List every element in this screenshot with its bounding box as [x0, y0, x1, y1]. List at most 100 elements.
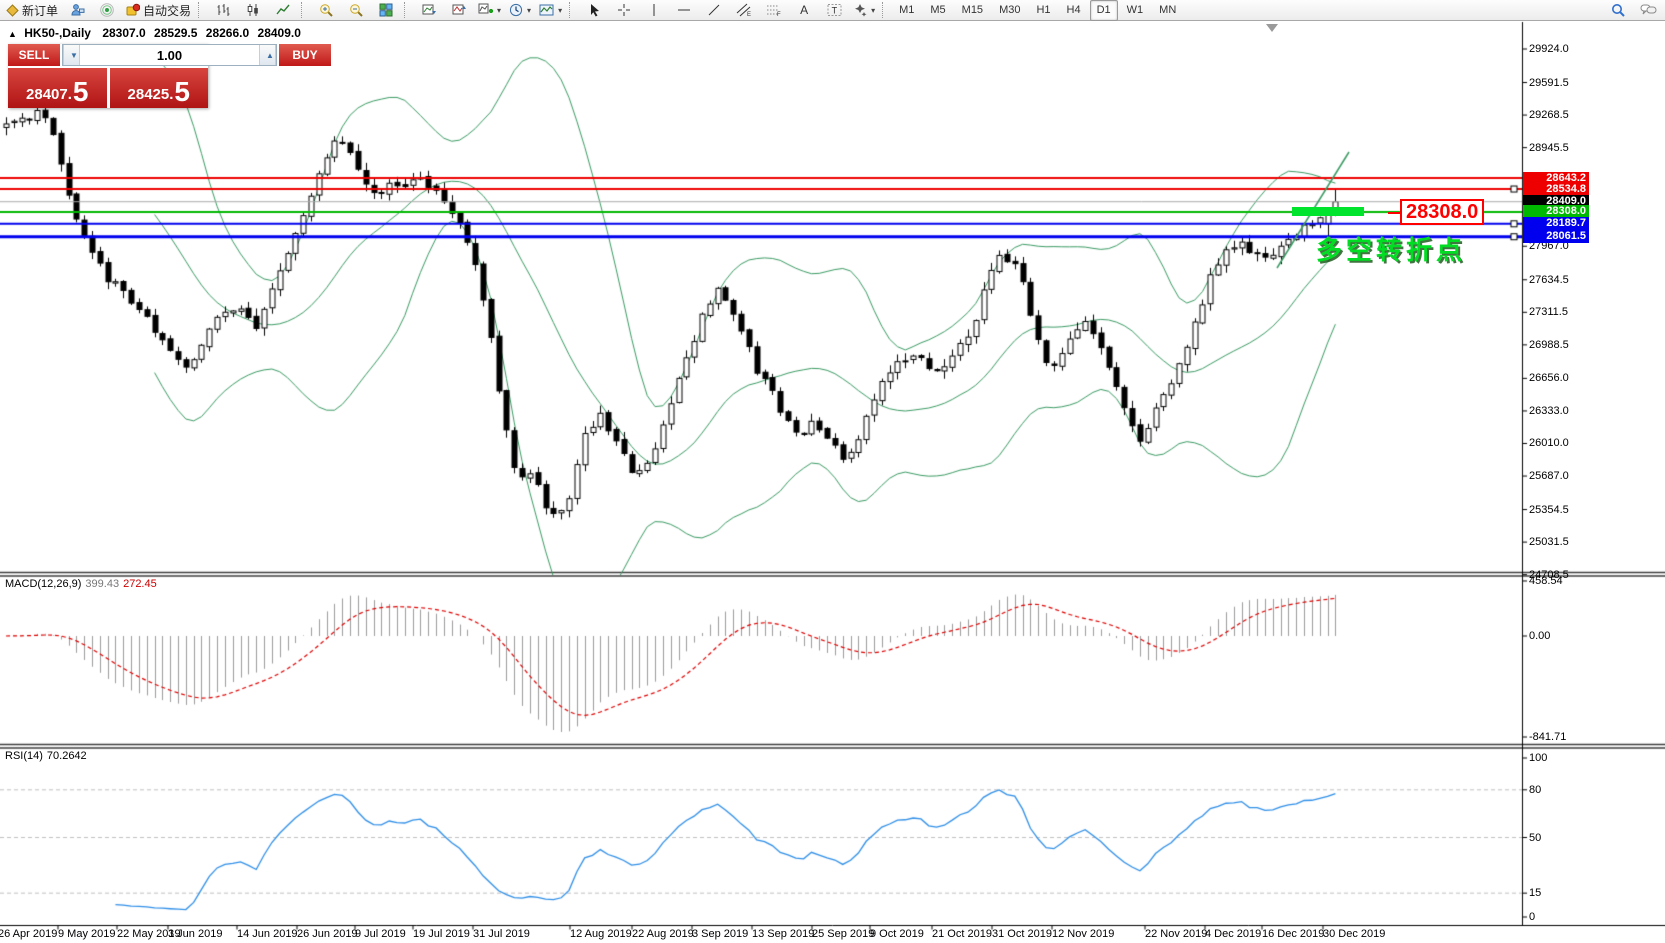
bid-price-pip: 5	[73, 79, 89, 105]
template-button[interactable]: ▾	[535, 0, 566, 21]
volume-down-button[interactable]: ▼	[63, 45, 80, 65]
date-tick: 22 Nov 2019	[1145, 928, 1207, 940]
timeframe-M30[interactable]: M30	[992, 0, 1027, 21]
date-tick: 26 Apr 2019	[0, 928, 57, 940]
collapse-icon[interactable]: ▲	[8, 29, 17, 39]
macd-tick: 0.00	[1529, 630, 1550, 642]
trendline-tool-button[interactable]	[699, 0, 729, 21]
date-tick: 16 Dec 2019	[1262, 928, 1324, 940]
new-order-button[interactable]: 新订单	[2, 0, 62, 21]
chat-icon	[1640, 3, 1657, 17]
crosshair-tool-button[interactable]	[609, 0, 639, 21]
rsi-label: RSI(14)70.2642	[5, 750, 87, 762]
ask-price-main: 28425.	[128, 85, 174, 105]
new-order-label: 新订单	[22, 2, 58, 19]
volume-up-button[interactable]: ▲	[259, 45, 276, 65]
timeframe-H4[interactable]: H4	[1060, 0, 1088, 21]
date-tick: 31 Oct 2019	[992, 928, 1052, 940]
price-axis[interactable]: 29924.029591.529268.528945.527967.027634…	[1522, 0, 1665, 943]
buy-button[interactable]: BUY	[279, 44, 331, 66]
date-tick: 25 Sep 2019	[812, 928, 874, 940]
timeframe-MN[interactable]: MN	[1152, 0, 1183, 21]
template-icon	[539, 3, 554, 17]
highlight-rectangle[interactable]	[1292, 207, 1364, 216]
price-callout-label[interactable]: 28308.0	[1400, 199, 1484, 225]
trendline-icon	[707, 3, 721, 17]
text-tool-button[interactable]: A	[789, 0, 819, 21]
cursor-tool-button[interactable]	[579, 0, 609, 21]
date-tick: 31 Jul 2019	[473, 928, 530, 940]
macd-tick: -841.71	[1529, 731, 1566, 743]
price-tick: 28945.5	[1529, 142, 1569, 154]
macd-tick: 458.54	[1529, 575, 1563, 587]
ask-price[interactable]: 28425. 5	[110, 68, 209, 108]
bar-chart-mode-button[interactable]	[208, 0, 238, 21]
fibonacci-tool-button[interactable]: F	[759, 0, 789, 21]
timeframe-H1[interactable]: H1	[1029, 0, 1057, 21]
equidistant-channel-tool-button[interactable]: E	[729, 0, 759, 21]
autotrading-label: 自动交易	[143, 2, 191, 19]
timeframe-D1[interactable]: D1	[1090, 0, 1118, 21]
ohlc-high: 28529.5	[154, 26, 197, 40]
metaeditor-button[interactable]	[62, 0, 92, 21]
timeframe-M1[interactable]: M1	[892, 0, 921, 21]
signals-button[interactable]	[92, 0, 122, 21]
ohlc-low: 28266.0	[206, 26, 249, 40]
ask-price-pip: 5	[174, 79, 190, 105]
svg-text:E: E	[747, 12, 751, 17]
candlestick-mode-button[interactable]	[238, 0, 268, 21]
timeframe-M5[interactable]: M5	[923, 0, 952, 21]
timeframe-M15[interactable]: M15	[955, 0, 990, 21]
price-tick: 29591.5	[1529, 77, 1569, 89]
date-tick: 9 Oct 2019	[870, 928, 924, 940]
rsi-value: 70.2642	[47, 750, 87, 762]
toolbar-separator	[404, 2, 411, 18]
person-pc-icon	[70, 3, 85, 17]
sell-button[interactable]: SELL	[8, 44, 60, 66]
date-tick: 19 Jul 2019	[413, 928, 470, 940]
chat-button[interactable]	[1633, 0, 1663, 21]
zoom-out-button[interactable]	[341, 0, 371, 21]
channel-icon: E	[736, 3, 752, 17]
toolbar-separator	[882, 2, 889, 18]
fibonacci-icon: F	[766, 3, 782, 17]
bid-price-main: 28407.	[26, 85, 72, 105]
price-tag: 28189.7	[1523, 217, 1589, 230]
ohlc-open: 28307.0	[102, 26, 145, 40]
timeframe-group: M1M5M15M30H1H4D1W1MN	[892, 0, 1183, 21]
tile-windows-button[interactable]	[371, 0, 401, 21]
date-tick: 26 Jun 2019	[297, 928, 358, 940]
vertical-line-tool-button[interactable]	[639, 0, 669, 21]
period-clock-button[interactable]: ▾	[505, 0, 535, 21]
rsi-tick: 50	[1529, 832, 1541, 844]
chart-canvas[interactable]	[0, 0, 1665, 943]
chart-shift-icon[interactable]	[1266, 24, 1278, 32]
search-button[interactable]	[1603, 0, 1633, 21]
volume-stepper: ▼ ▲	[62, 44, 277, 66]
timeframe-W1[interactable]: W1	[1120, 0, 1151, 21]
toolbar-separator	[569, 2, 576, 18]
dropdown-caret-icon: ▾	[527, 6, 531, 15]
indicator-list-button[interactable]	[444, 0, 474, 21]
horizontal-line-icon	[677, 5, 691, 15]
line-chart-mode-button[interactable]	[268, 0, 298, 21]
zoom-in-button[interactable]	[311, 0, 341, 21]
macd-label: MACD(12,26,9)399.43272.45	[5, 578, 157, 590]
horizontal-line-tool-button[interactable]	[669, 0, 699, 21]
text-label-tool-button[interactable]: T	[819, 0, 849, 21]
macd-signal-value: 272.45	[123, 578, 157, 590]
price-tick: 27634.5	[1529, 274, 1569, 286]
bid-price[interactable]: 28407. 5	[8, 68, 107, 108]
price-tick: 26988.5	[1529, 339, 1569, 351]
search-icon	[1611, 3, 1626, 18]
price-tick: 26656.0	[1529, 372, 1569, 384]
add-indicator-button[interactable]: ▾	[474, 0, 505, 21]
indicator-window-button[interactable]	[414, 0, 444, 21]
turning-point-annotation[interactable]: 多空转折点	[1316, 230, 1466, 267]
rsi-tick: 15	[1529, 887, 1541, 899]
symbol-title: ▲ HK50-,Daily 28307.0 28529.5 28266.0 28…	[8, 26, 301, 40]
time-axis[interactable]: 26 Apr 20199 May 201922 May 20193 Jun 20…	[0, 927, 1665, 943]
autotrading-button[interactable]: 自动交易	[122, 0, 195, 21]
volume-input[interactable]	[80, 45, 259, 65]
arrows-tool-button[interactable]: ▾	[849, 0, 879, 21]
